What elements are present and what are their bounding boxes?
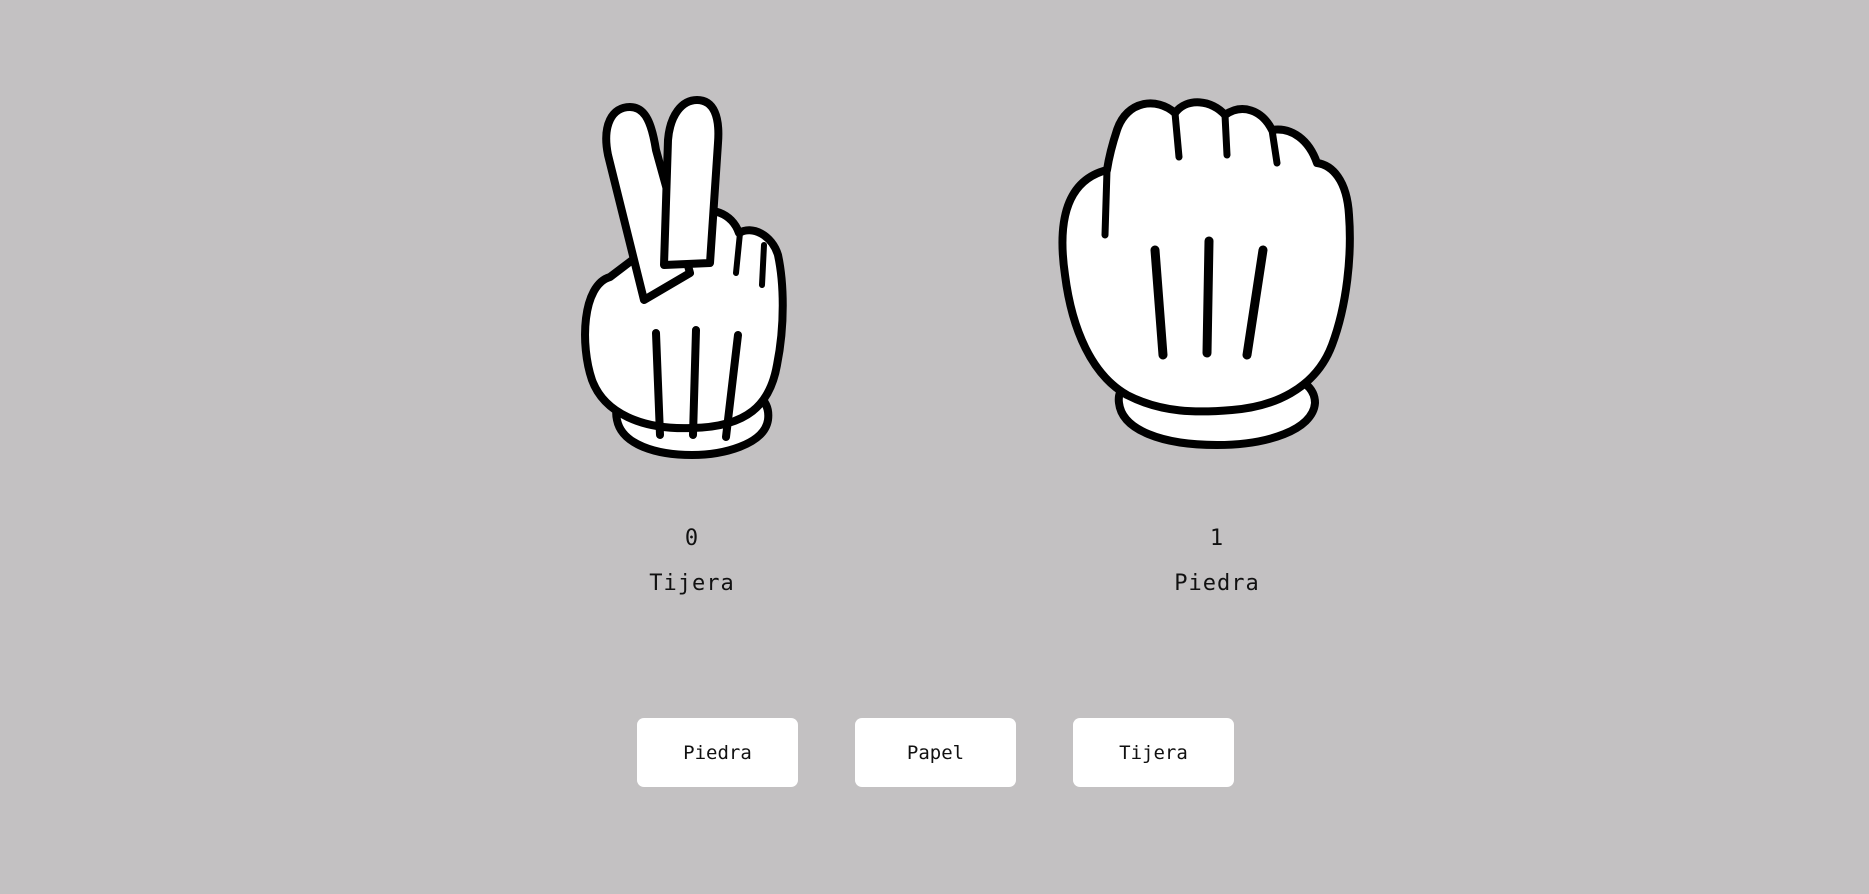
- scissors-button[interactable]: Tijera: [1073, 718, 1234, 787]
- paper-button[interactable]: Papel: [855, 718, 1016, 787]
- rock-button[interactable]: Piedra: [637, 718, 798, 787]
- choice-buttons: Piedra Papel Tijera: [637, 718, 1234, 787]
- player-left-choice: Tijera: [649, 571, 735, 596]
- player-right-score: 1: [1209, 526, 1225, 551]
- player-panel-right: 1 Piedra: [1007, 0, 1427, 620]
- player-right-choice: Piedra: [1174, 571, 1260, 596]
- rock-hand-icon: [1058, 98, 1354, 449]
- player-left-score: 0: [684, 526, 700, 551]
- scissors-hand-icon: [581, 96, 787, 459]
- player-panel-left: 0 Tijera: [482, 0, 902, 620]
